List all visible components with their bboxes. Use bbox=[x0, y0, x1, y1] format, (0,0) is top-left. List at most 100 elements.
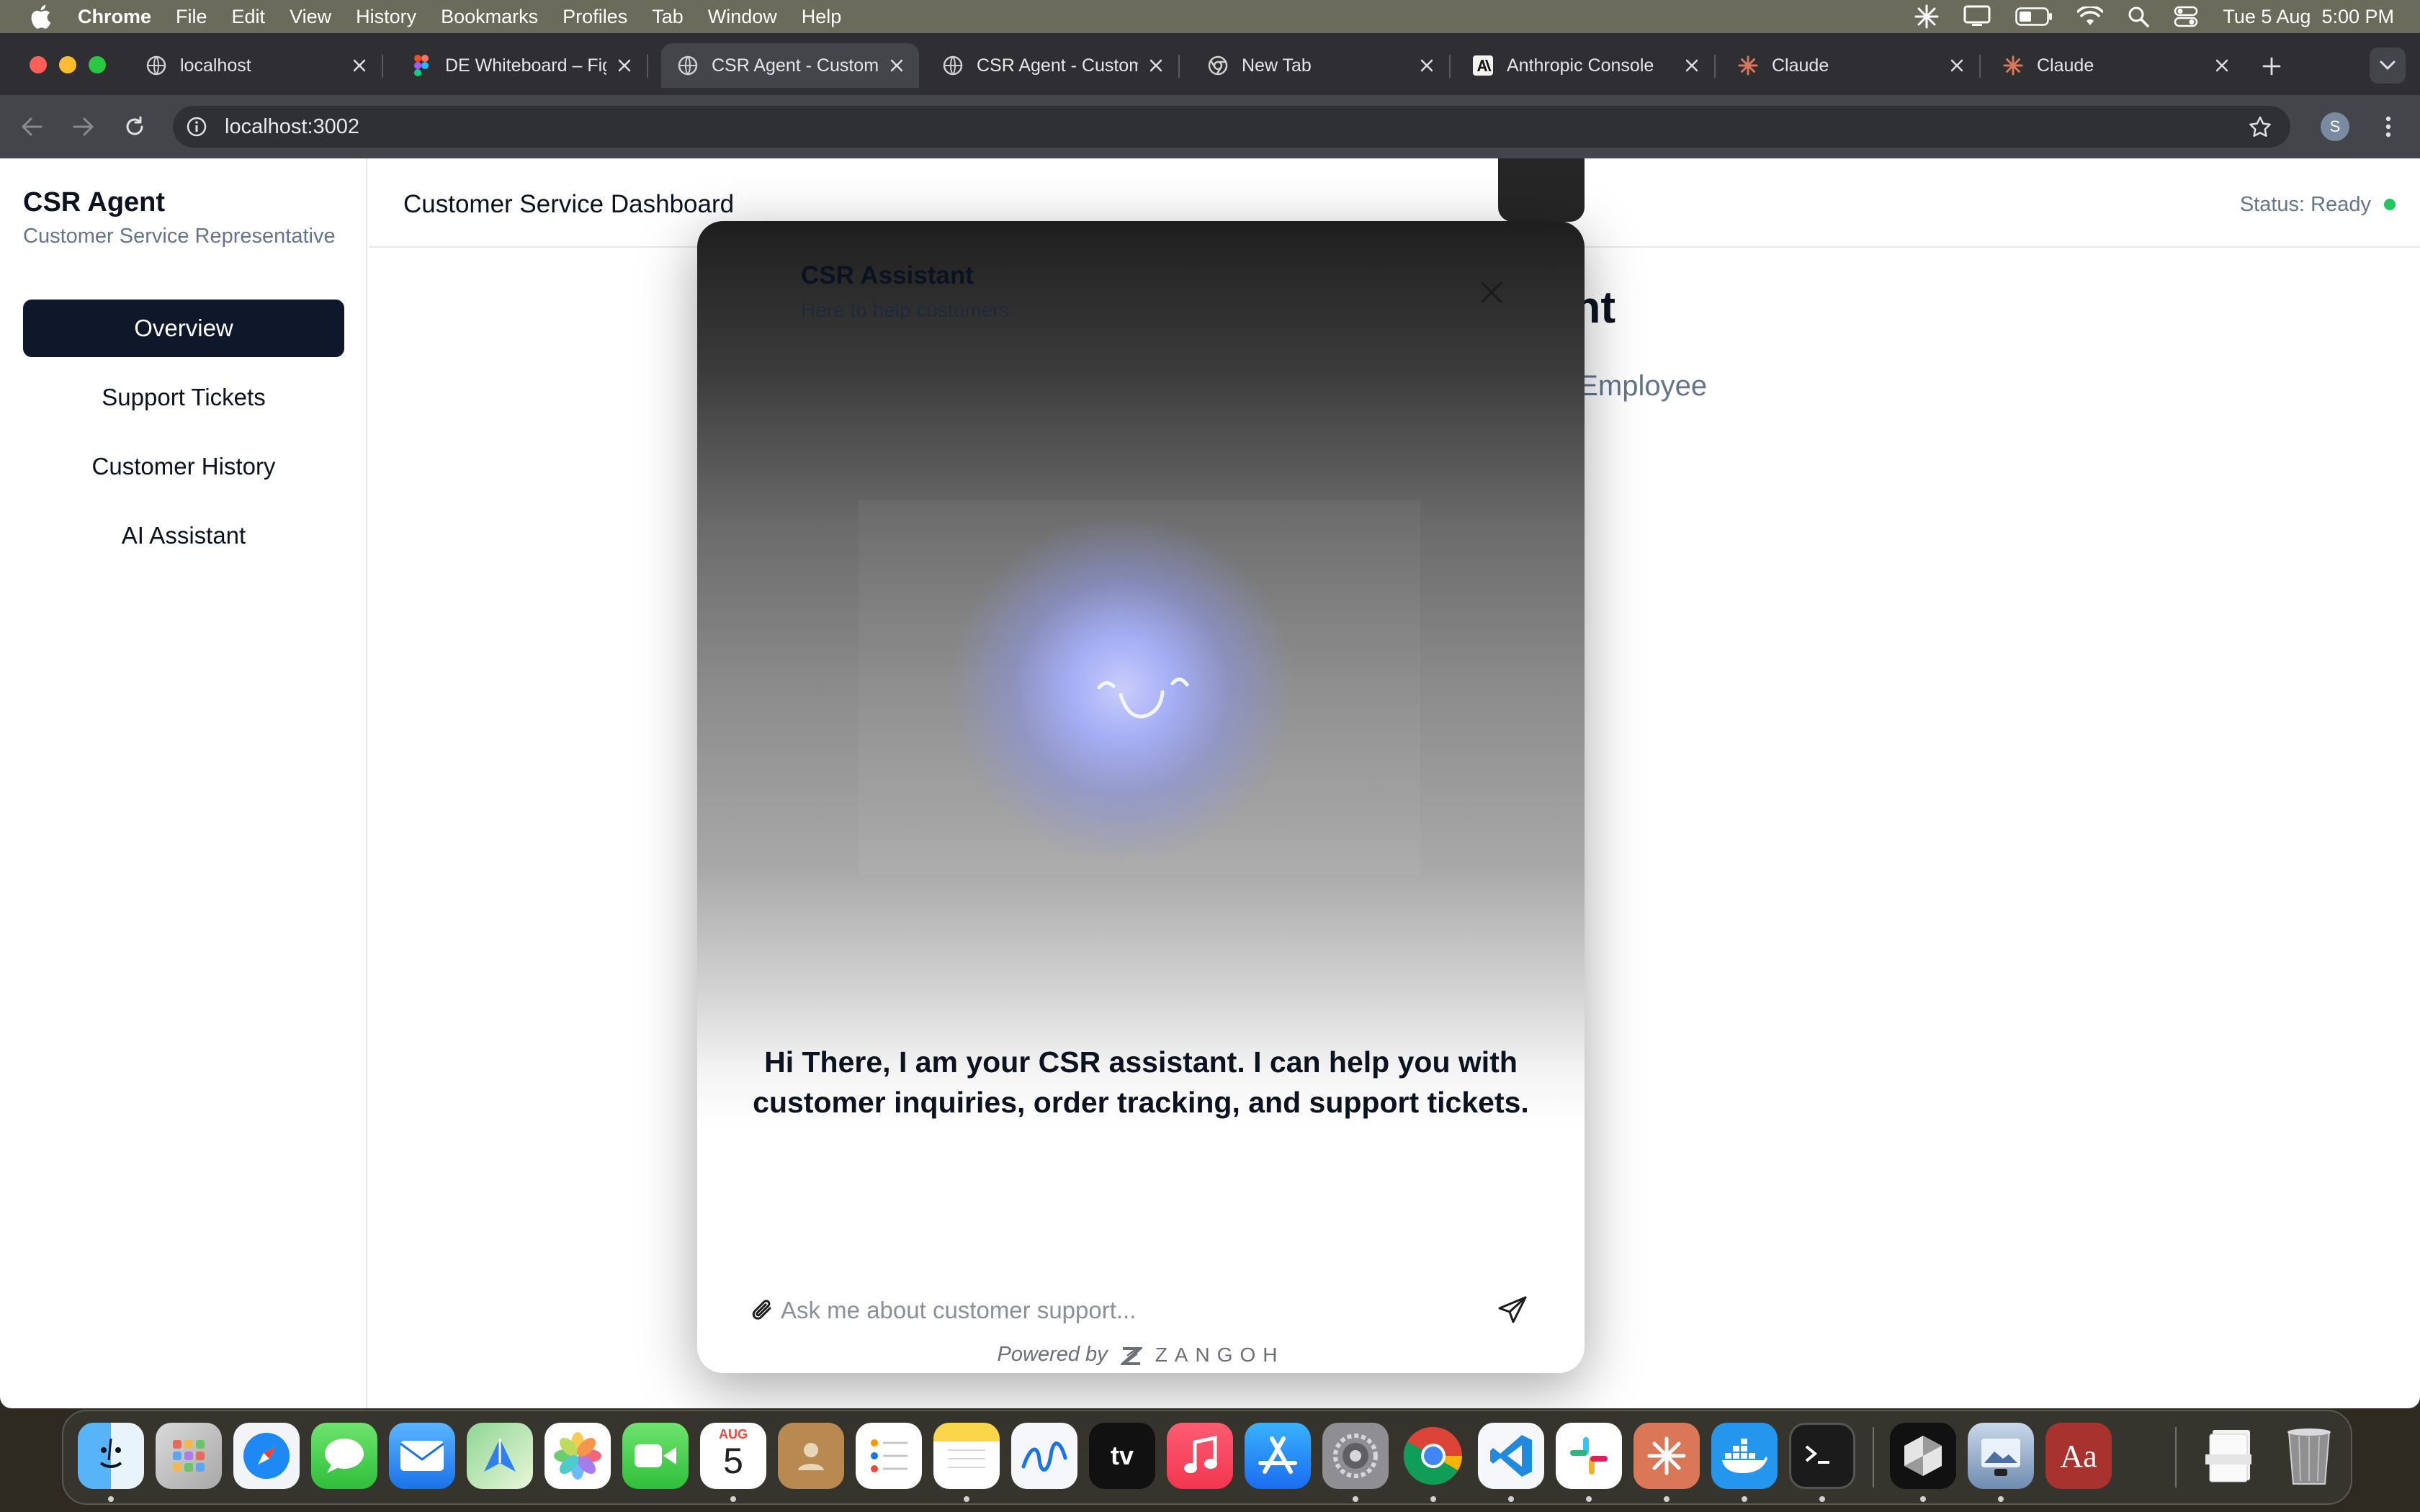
modal-handle bbox=[1498, 158, 1585, 222]
control-center-icon[interactable] bbox=[2174, 6, 2198, 27]
vscode-icon[interactable] bbox=[1478, 1423, 1544, 1489]
close-tab-icon[interactable] bbox=[350, 56, 369, 75]
sidebar-item-customer-history[interactable]: Customer History bbox=[23, 438, 344, 495]
menu-view[interactable]: View bbox=[290, 6, 331, 28]
photos-icon[interactable] bbox=[544, 1423, 611, 1489]
battery-icon[interactable] bbox=[2015, 7, 2053, 26]
chat-message-input[interactable] bbox=[781, 1297, 1494, 1324]
close-tab-icon[interactable] bbox=[615, 56, 634, 75]
sidebar-item-overview[interactable]: Overview bbox=[23, 300, 344, 357]
sidebar-item-ai-assistant[interactable]: AI Assistant bbox=[23, 507, 344, 564]
launchpad-icon[interactable] bbox=[156, 1423, 222, 1489]
site-info-icon[interactable] bbox=[186, 116, 207, 138]
browser-tab[interactable]: CSR Agent - Customer Service bbox=[926, 43, 1180, 88]
safari-icon[interactable] bbox=[233, 1423, 300, 1489]
calendar-icon[interactable]: AUG 5 bbox=[700, 1423, 766, 1489]
tab-title: New Tab bbox=[1242, 55, 1312, 76]
close-tab-icon[interactable] bbox=[887, 56, 906, 75]
apple-tv-label: tv bbox=[1110, 1441, 1134, 1470]
zangoh-logo-icon bbox=[1120, 1346, 1142, 1365]
powered-by-text: Powered by bbox=[997, 1343, 1108, 1366]
browser-tab[interactable]: localhost bbox=[130, 43, 383, 88]
reminders-icon[interactable] bbox=[856, 1423, 922, 1489]
apple-icon[interactable] bbox=[27, 4, 53, 30]
browser-menu-button[interactable] bbox=[2374, 112, 2403, 141]
maps-icon[interactable] bbox=[467, 1423, 533, 1489]
arrow-right-icon bbox=[73, 117, 94, 136]
downloads-stack-icon[interactable] bbox=[2198, 1423, 2264, 1489]
claude-status-icon[interactable] bbox=[1914, 4, 1939, 29]
cursor-app-icon[interactable] bbox=[1890, 1423, 1956, 1489]
browser-tab-active[interactable]: CSR Agent - Customer Service bbox=[661, 43, 919, 88]
apple-tv-icon[interactable]: tv bbox=[1089, 1423, 1155, 1489]
calendar-month: AUG bbox=[719, 1427, 748, 1441]
menu-window[interactable]: Window bbox=[708, 6, 777, 28]
chat-subtitle: Here to help customers bbox=[801, 299, 1010, 321]
forward-button[interactable] bbox=[68, 111, 99, 143]
close-tab-icon[interactable] bbox=[1147, 56, 1165, 75]
slack-icon[interactable] bbox=[1556, 1423, 1622, 1489]
chat-input-bar bbox=[746, 1285, 1531, 1336]
display-icon[interactable] bbox=[1963, 5, 1991, 28]
music-icon[interactable] bbox=[1167, 1423, 1233, 1489]
menu-tab[interactable]: Tab bbox=[652, 6, 684, 28]
zoom-window-button[interactable] bbox=[89, 56, 106, 73]
docker-icon[interactable] bbox=[1711, 1423, 1778, 1489]
arrow-left-icon bbox=[22, 117, 42, 136]
trash-icon[interactable] bbox=[2276, 1423, 2342, 1489]
messages-icon[interactable] bbox=[311, 1423, 377, 1489]
url-text[interactable]: localhost:3002 bbox=[225, 115, 359, 139]
menu-profiles[interactable]: Profiles bbox=[563, 6, 627, 28]
terminal-icon[interactable] bbox=[1789, 1423, 1855, 1489]
close-tab-icon[interactable] bbox=[1417, 56, 1436, 75]
close-tab-icon[interactable] bbox=[1948, 56, 1966, 75]
address-bar[interactable]: localhost:3002 bbox=[173, 106, 2290, 148]
freeform-icon[interactable] bbox=[1011, 1423, 1077, 1489]
spotlight-search-icon[interactable] bbox=[2128, 6, 2150, 27]
menu-bookmarks[interactable]: Bookmarks bbox=[441, 6, 538, 28]
finder-icon[interactable] bbox=[78, 1423, 144, 1489]
sidebar-item-support-tickets[interactable]: Support Tickets bbox=[23, 369, 344, 426]
chrome-icon[interactable] bbox=[1400, 1423, 1466, 1489]
menu-help[interactable]: Help bbox=[802, 6, 842, 28]
dictionary-icon[interactable]: Aa bbox=[2045, 1423, 2112, 1489]
menu-app-name[interactable]: Chrome bbox=[78, 6, 151, 28]
browser-tab[interactable]: New Tab bbox=[1191, 43, 1451, 88]
browser-tab[interactable]: Claude bbox=[1986, 43, 2244, 88]
bookmark-star-icon[interactable] bbox=[2249, 116, 2272, 138]
close-window-button[interactable] bbox=[30, 56, 47, 73]
tab-search-button[interactable] bbox=[2370, 48, 2406, 84]
browser-toolbar: localhost:3002 S bbox=[0, 95, 2420, 158]
send-message-button[interactable] bbox=[1494, 1292, 1531, 1329]
facetime-icon[interactable] bbox=[622, 1423, 689, 1489]
app-store-icon[interactable] bbox=[1245, 1423, 1311, 1489]
notes-icon[interactable] bbox=[933, 1423, 1000, 1489]
globe-icon bbox=[677, 55, 699, 76]
powered-by-footer: Powered by ZANGOH bbox=[697, 1343, 1585, 1367]
close-tab-icon[interactable] bbox=[2213, 56, 2231, 75]
back-button[interactable] bbox=[16, 111, 48, 143]
browser-tab[interactable]: DE Whiteboard – Figma bbox=[395, 43, 648, 88]
system-settings-icon[interactable] bbox=[1322, 1423, 1389, 1489]
preview-app-icon[interactable] bbox=[1968, 1423, 2034, 1489]
browser-tab[interactable]: Anthropic Console bbox=[1456, 43, 1716, 88]
claude-app-icon[interactable] bbox=[1634, 1423, 1700, 1489]
claude-icon bbox=[2002, 55, 2024, 76]
menu-file[interactable]: File bbox=[176, 6, 207, 28]
profile-avatar[interactable]: S bbox=[2321, 112, 2349, 141]
claude-icon bbox=[1737, 55, 1759, 76]
new-tab-button[interactable] bbox=[2259, 53, 2285, 79]
close-chat-button[interactable] bbox=[1474, 274, 1510, 310]
reload-button[interactable] bbox=[119, 111, 151, 143]
attach-file-button[interactable] bbox=[746, 1294, 779, 1327]
menu-history[interactable]: History bbox=[356, 6, 416, 28]
menubar-clock[interactable]: Tue 5 Aug 5:00 PM bbox=[2223, 6, 2394, 28]
status-text: Status: Ready bbox=[2239, 193, 2371, 216]
menu-edit[interactable]: Edit bbox=[232, 6, 266, 28]
browser-tab[interactable]: Claude bbox=[1721, 43, 1981, 88]
minimize-window-button[interactable] bbox=[59, 56, 76, 73]
contacts-icon[interactable] bbox=[778, 1423, 844, 1489]
close-tab-icon[interactable] bbox=[1682, 56, 1701, 75]
wifi-icon[interactable] bbox=[2077, 6, 2104, 27]
mail-icon[interactable] bbox=[389, 1423, 455, 1489]
